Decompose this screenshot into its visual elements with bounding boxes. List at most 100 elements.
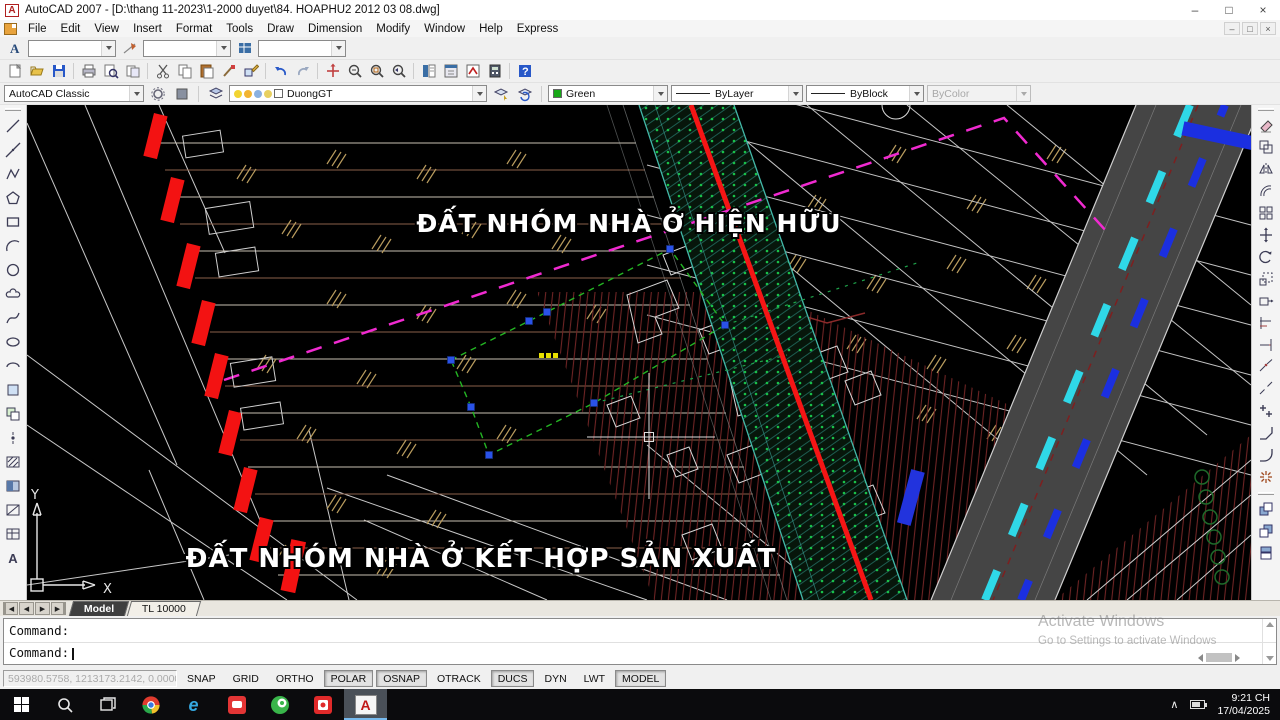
save-icon[interactable] — [48, 61, 69, 81]
toggle-polar[interactable]: POLAR — [324, 670, 374, 687]
cut-icon[interactable] — [152, 61, 173, 81]
workspace-settings-icon[interactable] — [147, 84, 168, 104]
linetype-combo[interactable]: ByLayer — [671, 85, 803, 102]
zoom-realtime-icon[interactable] — [344, 61, 365, 81]
tab-last-button[interactable]: ▶ — [51, 602, 66, 615]
toolbar-grip[interactable] — [1258, 492, 1274, 495]
close-button[interactable]: × — [1246, 0, 1280, 20]
scroll-down-icon[interactable] — [1266, 656, 1274, 661]
revision-cloud-tool-icon[interactable] — [2, 282, 24, 306]
toggle-osnap[interactable]: OSNAP — [376, 670, 427, 687]
open-icon[interactable] — [26, 61, 47, 81]
rectangle-tool-icon[interactable] — [2, 210, 24, 234]
text-style-combo[interactable] — [28, 40, 116, 57]
coccoc-browser-button[interactable] — [258, 689, 301, 720]
internet-explorer-button[interactable]: e — [172, 689, 215, 720]
doc-close-button[interactable]: × — [1260, 22, 1276, 35]
menu-view[interactable]: View — [87, 23, 126, 35]
spline-tool-icon[interactable] — [2, 306, 24, 330]
extend-tool-icon[interactable] — [1255, 334, 1277, 356]
point-tool-icon[interactable] — [2, 426, 24, 450]
region-tool-icon[interactable] — [2, 498, 24, 522]
quickcalc-icon[interactable] — [484, 61, 505, 81]
polygon-tool-icon[interactable] — [2, 186, 24, 210]
command-input-line[interactable]: Command: — [4, 643, 1276, 663]
mtext-tool-icon[interactable]: A — [2, 546, 24, 570]
start-button[interactable] — [0, 689, 43, 720]
dim-style-icon[interactable] — [119, 38, 140, 58]
circle-tool-icon[interactable] — [2, 258, 24, 282]
sheet-set-manager-icon[interactable] — [418, 61, 439, 81]
rotate-tool-icon[interactable] — [1255, 246, 1277, 268]
menu-insert[interactable]: Insert — [126, 23, 169, 35]
task-view-button[interactable] — [86, 689, 129, 720]
toggle-dyn[interactable]: DYN — [537, 670, 573, 687]
text-style-icon[interactable]: A — [4, 38, 25, 58]
menu-draw[interactable]: Draw — [260, 23, 301, 35]
offset-tool-icon[interactable] — [1255, 180, 1277, 202]
chrome-button[interactable] — [129, 689, 172, 720]
publish-icon[interactable] — [122, 61, 143, 81]
layer-thaw-icon[interactable] — [244, 90, 252, 98]
maximize-button[interactable]: □ — [1212, 0, 1246, 20]
markup-set-manager-icon[interactable] — [462, 61, 483, 81]
table-style-icon[interactable] — [234, 38, 255, 58]
layer-combo[interactable]: DuongGT — [229, 85, 487, 102]
lineweight-combo[interactable]: ByBlock — [806, 85, 924, 102]
ellipse-tool-icon[interactable] — [2, 330, 24, 354]
video-app-button[interactable] — [301, 689, 344, 720]
line-tool-icon[interactable] — [2, 114, 24, 138]
trim-tool-icon[interactable] — [1255, 312, 1277, 334]
paste-icon[interactable] — [196, 61, 217, 81]
layer-on-icon[interactable] — [234, 90, 242, 98]
array-tool-icon[interactable] — [1255, 202, 1277, 224]
search-button[interactable] — [43, 689, 86, 720]
tab-layout-tl10000[interactable]: TL 10000 — [127, 601, 201, 616]
red-messenger-button[interactable] — [215, 689, 258, 720]
gradient-tool-icon[interactable] — [2, 474, 24, 498]
redo-icon[interactable] — [292, 61, 313, 81]
toggle-lwt[interactable]: LWT — [577, 670, 612, 687]
menu-help[interactable]: Help — [472, 23, 510, 35]
color-combo[interactable]: Green — [548, 85, 668, 102]
insert-block-tool-icon[interactable] — [2, 378, 24, 402]
match-properties-icon[interactable] — [218, 61, 239, 81]
plot-preview-icon[interactable] — [100, 61, 121, 81]
undo-icon[interactable] — [270, 61, 291, 81]
layer-plot-icon[interactable] — [264, 90, 272, 98]
ellipse-arc-tool-icon[interactable] — [2, 354, 24, 378]
menu-express[interactable]: Express — [510, 23, 566, 35]
copy-icon[interactable] — [174, 61, 195, 81]
move-tool-icon[interactable] — [1255, 224, 1277, 246]
menu-tools[interactable]: Tools — [219, 23, 260, 35]
workspace-combo[interactable]: AutoCAD Classic — [4, 85, 144, 102]
toggle-model[interactable]: MODEL — [615, 670, 666, 687]
tool-palettes-icon[interactable] — [440, 61, 461, 81]
doc-restore-button[interactable]: □ — [1242, 22, 1258, 35]
zoom-previous-icon[interactable] — [388, 61, 409, 81]
construction-line-tool-icon[interactable] — [2, 138, 24, 162]
table-tool-icon[interactable] — [2, 522, 24, 546]
explode-tool-icon[interactable] — [1255, 466, 1277, 488]
block-editor-icon[interactable] — [240, 61, 261, 81]
hatch-tool-icon[interactable] — [2, 450, 24, 474]
menu-dimension[interactable]: Dimension — [301, 23, 369, 35]
pan-icon[interactable] — [322, 61, 343, 81]
toggle-ortho[interactable]: ORTHO — [269, 670, 321, 687]
break-tool-icon[interactable] — [1255, 378, 1277, 400]
menu-window[interactable]: Window — [417, 23, 472, 35]
join-tool-icon[interactable] — [1255, 400, 1277, 422]
draworder-above-icon[interactable] — [1255, 542, 1277, 564]
help-icon[interactable]: ? — [514, 61, 535, 81]
doc-minimize-button[interactable]: – — [1224, 22, 1240, 35]
menu-file[interactable]: File — [21, 23, 54, 35]
toolbar-grip[interactable] — [1258, 108, 1274, 111]
draworder-back-icon[interactable] — [1255, 520, 1277, 542]
polyline-tool-icon[interactable] — [2, 162, 24, 186]
toggle-otrack[interactable]: OTRACK — [430, 670, 488, 687]
tray-chevron-icon[interactable]: ∧ — [1170, 698, 1178, 711]
toggle-ducs[interactable]: DUCS — [491, 670, 535, 687]
layer-properties-icon[interactable] — [205, 84, 226, 104]
scroll-right-icon[interactable] — [1235, 654, 1240, 662]
menu-format[interactable]: Format — [169, 23, 219, 35]
